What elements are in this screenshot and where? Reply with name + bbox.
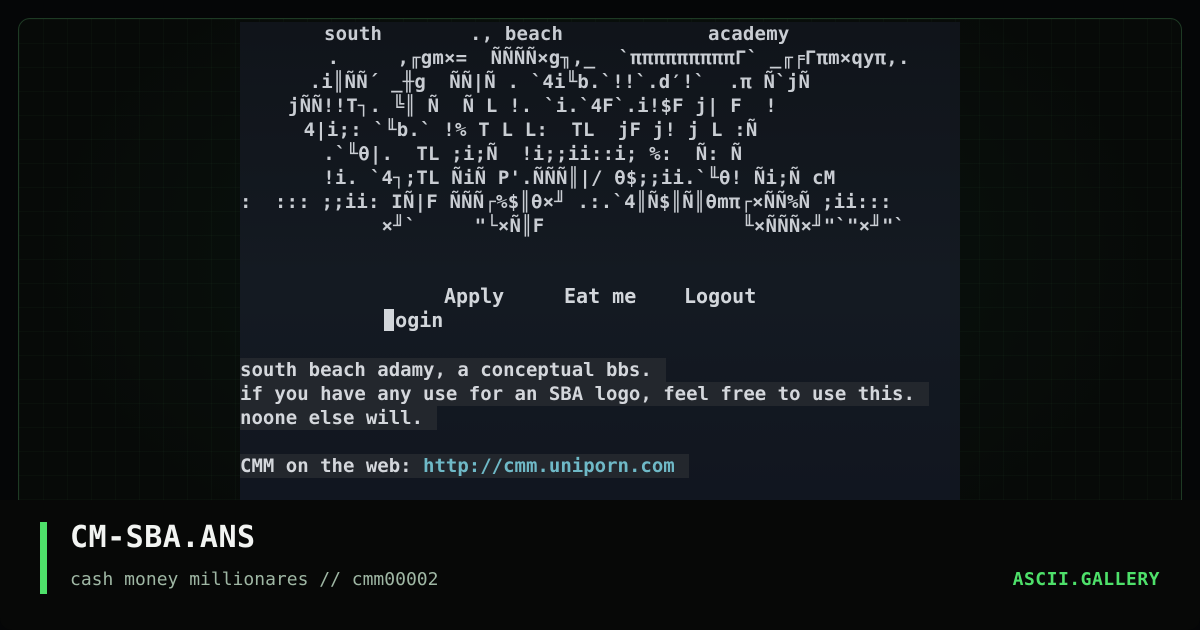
- ansi-logo-line: .i║ÑÑ´ _╫g ÑÑ|Ñ . `4i╙b.`!!`.d′!` .π Ñ`j…: [298, 71, 811, 93]
- ansi-logo-line: !i. `4┐;TL ÑiÑ P'.ÑÑÑ║|/ θ$;;ii.`╙θ! Ñi;…: [300, 167, 836, 189]
- artwork-subtitle: cash money millionares // cmm00002: [70, 569, 439, 590]
- ansi-header-south: south: [324, 23, 383, 45]
- ansi-logo-line: : ::: ;;ii: IÑ|F ÑÑÑ┌%$║θ×╜ .:.`4║Ñ$║Ñ║θ…: [240, 191, 892, 213]
- ansi-header-beach: ., beach: [470, 23, 564, 45]
- ansi-logo-line: ×╜` "└×Ñ║F ╙×ÑÑÑ×╜"`"×╜"`: [300, 215, 906, 237]
- info-line-2: if you have any use for an SBA logo, fee…: [240, 382, 929, 406]
- ansi-logo-line: .`╙θ|. TL ;i;Ñ !i;;ii::i; %: Ñ: Ñ: [300, 143, 743, 165]
- ansi-header-academy: academy: [708, 23, 790, 45]
- info-line-1: south beach adamy, a conceptual bbs.: [240, 358, 666, 382]
- site-brand-link[interactable]: ASCII.GALLERY: [1013, 569, 1160, 590]
- artwork-title: CM-SBA.ANS: [70, 520, 256, 555]
- menu-apply[interactable]: Apply: [444, 284, 504, 308]
- menu-login[interactable]: ogin: [336, 284, 443, 356]
- info-line-3: noone else will.: [240, 406, 438, 430]
- ansi-logo-line: jÑÑ!!T┐. ╚║ Ñ Ñ L !. `i.`4F`.i!$F j| F !: [288, 95, 777, 117]
- accent-bar: [40, 522, 47, 594]
- web-line: CMM on the web: http://cmm.uniporn.com: [240, 454, 689, 478]
- ansi-logo-line: . ,╓gm×= ÑÑÑÑ×g╖,_ `πππππππππΓ` _╓╒Γπm×q…: [316, 47, 910, 69]
- menu-login-label: ogin: [395, 308, 444, 332]
- text-cursor: [384, 309, 395, 331]
- web-url-link[interactable]: http://cmm.uniporn.com: [423, 455, 675, 477]
- ansi-art-viewer: south ., beach academy . ,╓gm×= ÑÑÑÑ×g╖,…: [240, 22, 960, 500]
- ansi-logo-line: 4|i;: `╙b.` !% T L L: TL jF j! j L :Ñ: [292, 119, 758, 141]
- menu-logout[interactable]: Logout: [684, 284, 756, 308]
- menu-eat-me[interactable]: Eat me: [564, 284, 636, 308]
- web-label: CMM on the web:: [240, 455, 412, 477]
